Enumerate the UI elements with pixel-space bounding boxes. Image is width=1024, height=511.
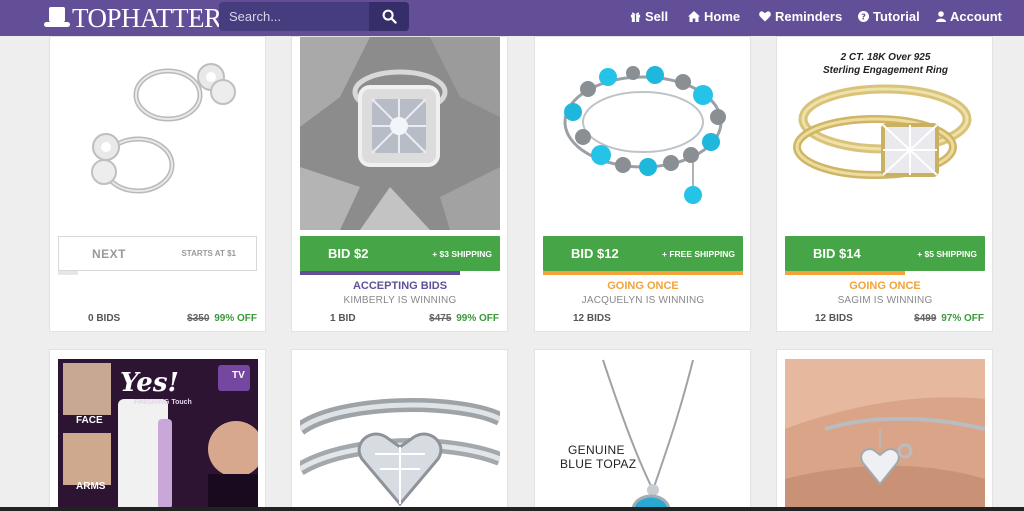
top-nav-bar: TOPHATTER Sell Home Reminders ? Tutorial… [0,0,1024,36]
auction-progress-bar [543,271,743,275]
discount-label: 99% OFF [456,313,499,324]
bid-count: 1 BID [330,313,356,324]
search-box [219,2,409,31]
auction-card[interactable] [291,349,508,511]
bangle-image [785,359,985,511]
auction-status: GOING ONCE [849,280,921,292]
tophatter-logo[interactable]: TOPHATTER [44,3,222,33]
product-image-bracelet[interactable] [543,37,743,230]
discount-label: 97% OFF [941,313,984,324]
bid-count: 12 BIDS [815,313,853,324]
price-info: $499 97% OFF [914,313,984,324]
auction-card[interactable]: GENUINE BLUE TOPAZ [534,349,751,511]
image-caption-line: BLUE TOPAZ [560,457,637,471]
image-text-arms: ARMS [76,481,106,492]
product-image-necklace[interactable] [543,350,743,511]
product-image-earrings[interactable] [58,37,258,227]
necklace-image [543,350,743,511]
cushion-ring-image [300,37,500,230]
nav-tutorial-label: Tutorial [873,8,920,24]
winning-bidder: JACQUELYN IS WINNING [581,295,705,306]
next-label: NEXT [92,246,127,261]
bid-button[interactable]: BID $14 + $5 SHIPPING [785,236,985,271]
bid-count: 0 BIDS [88,313,121,324]
heart-ring-image [300,359,500,511]
starts-at-label: STARTS AT $1 [181,249,236,258]
question-circle-icon: ? [858,10,869,22]
next-auction-box: NEXT STARTS AT $1 [58,236,257,271]
shipping-label: + $5 SHIPPING [917,248,977,259]
nav-reminders[interactable]: Reminders [759,0,842,32]
auction-card[interactable]: BID $2 + $3 SHIPPING ACCEPTING BIDS KIMB… [291,36,508,332]
user-icon [936,10,946,22]
nav-sell[interactable]: Sell [630,0,668,32]
image-text-yes: Yes! [120,368,179,398]
original-price: $350 [187,313,210,324]
auction-progress-bar [785,271,905,275]
image-caption: GENUINE BLUE TOPAZ [560,443,636,471]
image-text-face: FACE [76,415,103,426]
auction-progress-bar [300,271,460,275]
window-bottom-edge [0,507,1024,511]
auction-progress-bar [58,271,78,275]
product-image-bangle[interactable] [785,359,985,511]
search-input[interactable] [219,2,369,31]
image-caption: 2 CT. 18K Over 925 Sterling Engagement R… [777,51,994,77]
search-button[interactable] [369,2,409,31]
nav-sell-label: Sell [645,8,669,24]
home-icon [688,10,700,22]
auction-card[interactable] [776,349,993,511]
auction-card[interactable]: Yes! FINISHING Touch FACE ARMS TV [49,349,266,511]
nav-tutorial[interactable]: ? Tutorial [858,0,920,32]
image-caption-line: GENUINE [568,443,625,457]
nav-home-label: Home [704,8,741,24]
top-hat-icon [44,7,70,29]
gift-icon [630,12,641,22]
original-price: $475 [429,313,452,324]
product-image-cushion-ring[interactable] [300,37,500,230]
nav-account-label: Account [950,8,1002,24]
heart-icon [759,10,771,21]
shipping-label: + $3 SHIPPING [432,248,492,259]
nav-account[interactable]: Account [936,0,1002,32]
winning-bidder: KIMBERLY IS WINNING [343,295,457,306]
bid-count: 12 BIDS [573,313,611,324]
original-price: $499 [914,313,937,324]
bid-amount: BID $2 [328,246,369,261]
search-icon [382,9,397,24]
bid-amount: BID $14 [813,246,861,261]
image-text-tagline: FINISHING Touch [134,399,192,406]
nav-reminders-label: Reminders [775,8,843,24]
price-info: $475 99% OFF [429,313,499,324]
bid-amount: BID $12 [571,246,619,261]
logo-wordmark: TOPHATTER [72,3,222,33]
auction-card[interactable]: NEXT STARTS AT $1 0 BIDS $350 99% OFF [49,36,266,332]
svg-text:?: ? [861,11,866,21]
auction-card[interactable]: 2 CT. 18K Over 925 Sterling Engagement R… [776,36,993,332]
bracelet-image [543,37,743,230]
auction-card[interactable]: BID $12 + FREE SHIPPING GOING ONCE JACQU… [534,36,751,332]
image-caption-line: Sterling Engagement Ring [822,65,948,76]
price-info: $350 99% OFF [187,313,257,324]
winning-bidder: SAGIM IS WINNING [837,295,933,306]
bid-button[interactable]: BID $2 + $3 SHIPPING [300,236,500,271]
bid-button[interactable]: BID $12 + FREE SHIPPING [543,236,743,271]
image-caption-line: 2 CT. 18K Over 925 [840,52,931,63]
auction-status: ACCEPTING BIDS [352,280,448,292]
discount-label: 99% OFF [214,313,257,324]
auction-status: GOING ONCE [607,280,679,292]
earrings-image [58,37,258,227]
product-image-heart-ring[interactable] [300,359,500,511]
as-seen-on-tv-badge: TV [232,370,245,381]
nav-home[interactable]: Home [688,0,740,32]
shipping-label: + FREE SHIPPING [662,248,735,259]
